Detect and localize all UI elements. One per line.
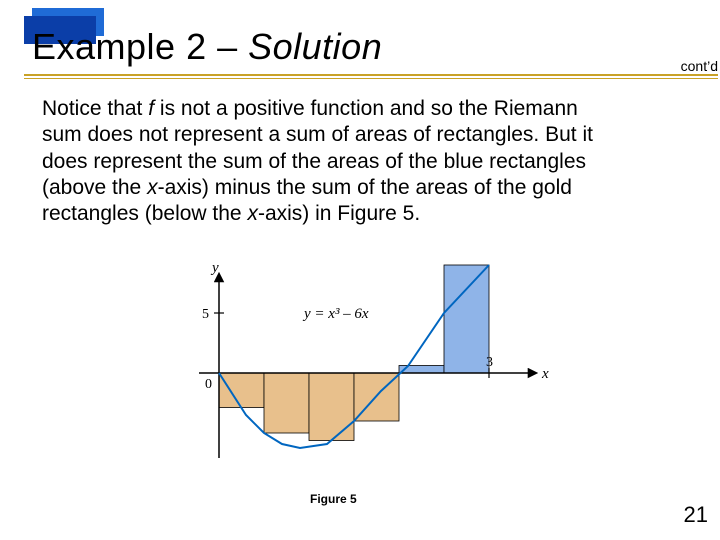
page-number: 21 (684, 502, 708, 528)
body-l4b: -axis) minus the sum of the areas of the… (158, 176, 572, 199)
title-rule-top (24, 74, 718, 76)
y-tick-5: 5 (202, 307, 209, 322)
body-l2: sum does not represent a sum of areas of… (42, 123, 593, 146)
body-l5b: -axis) in Figure 5. (258, 202, 420, 225)
continued-label: cont’d (681, 58, 718, 74)
figure-caption: Figure 5 (310, 492, 357, 506)
origin-label: 0 (205, 377, 212, 392)
body-text: Notice that f is not a positive function… (42, 96, 690, 227)
title-rule-bottom (24, 78, 718, 79)
curve-label: y = x³ – 6x (302, 306, 369, 322)
body-x1: x (147, 176, 158, 199)
body-l1a: Notice that (42, 97, 148, 120)
body-x2: x (247, 202, 258, 225)
title-solution: Solution (248, 26, 382, 67)
axis-y-label: y (210, 260, 219, 276)
slide-title: Example 2 – Solution (32, 26, 382, 68)
body-l1b: is not a positive function and so the Ri… (154, 97, 578, 120)
body-l4a: (above the (42, 176, 147, 199)
body-l5a: rectangles (below the (42, 202, 247, 225)
title-example: Example 2 – (32, 26, 248, 67)
axis-x-label: x (541, 366, 549, 382)
x-tick-3: 3 (486, 355, 493, 370)
body-l3: does represent the sum of the areas of t… (42, 150, 586, 173)
figure-5: y x 0 3 5 y = x³ – 6x (164, 258, 564, 488)
